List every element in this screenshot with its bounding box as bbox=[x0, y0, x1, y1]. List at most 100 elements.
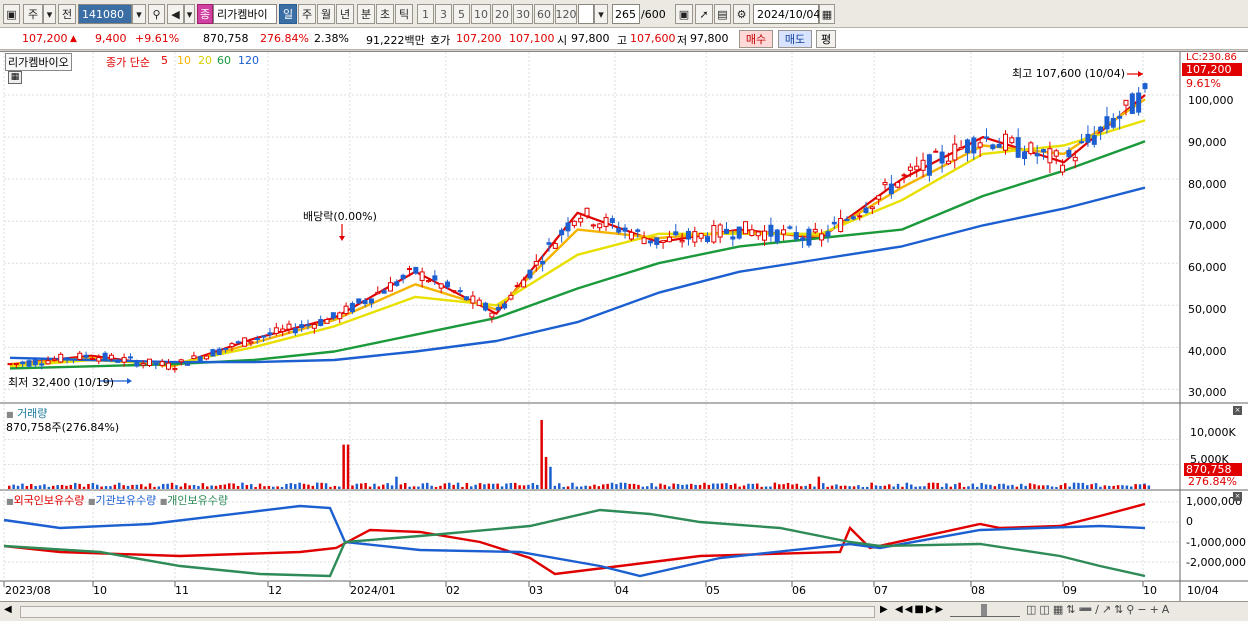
volume-bar-133 bbox=[593, 484, 596, 489]
volume-bar-230 bbox=[1020, 483, 1023, 489]
cross-tool-icon[interactable]: ➖ bbox=[1078, 603, 1095, 616]
split-view-icon[interactable]: ◫ bbox=[1026, 603, 1039, 616]
candle-body-179 bbox=[1142, 83, 1148, 90]
draw-tool-icon[interactable]: ➚ bbox=[695, 4, 713, 24]
candle-type-icon[interactable]: ▣ bbox=[675, 4, 693, 24]
interval-60[interactable]: 60 bbox=[534, 4, 554, 24]
table-view-icon[interactable]: ▦ bbox=[8, 71, 22, 84]
candle-body-171 bbox=[1091, 135, 1097, 145]
copy-view-icon[interactable]: ◫ bbox=[1039, 603, 1052, 616]
interval-custom-input[interactable] bbox=[578, 4, 594, 24]
stock-badge: 종 bbox=[197, 4, 213, 24]
volume-close-icon[interactable]: × bbox=[1233, 406, 1242, 415]
count-input[interactable]: 265 bbox=[612, 4, 640, 24]
search-icon[interactable]: ⚲ bbox=[148, 4, 165, 24]
candle-body-97 bbox=[622, 227, 628, 232]
interval-1[interactable]: 1 bbox=[417, 4, 434, 24]
candle-body-18 bbox=[121, 357, 127, 363]
date-input[interactable]: 2024/10/04 bbox=[753, 4, 820, 24]
volume-bar-206 bbox=[914, 486, 917, 489]
code-dropdown-icon[interactable]: ▾ bbox=[132, 4, 146, 24]
volume-bar-82 bbox=[368, 486, 372, 489]
speaker-icon[interactable]: ◀ bbox=[167, 4, 184, 24]
period-tab-minute[interactable]: 분 bbox=[357, 4, 375, 24]
pin-icon[interactable]: ⇅ bbox=[1066, 603, 1078, 616]
volume-bar-149 bbox=[663, 484, 667, 489]
volume-bar-4 bbox=[25, 485, 29, 489]
volume-bar-44 bbox=[201, 483, 205, 489]
period-tab-week[interactable]: 주 bbox=[298, 4, 316, 24]
speaker-dropdown-icon[interactable]: ▾ bbox=[184, 4, 195, 24]
volume-bar-245 bbox=[1086, 485, 1089, 489]
interval-120[interactable]: 120 bbox=[555, 4, 577, 24]
volume-bar-168 bbox=[747, 483, 750, 489]
window-menu-icon[interactable]: ▣ bbox=[3, 4, 20, 24]
volume-bar-145 bbox=[646, 486, 649, 489]
volume-bar-110 bbox=[492, 483, 495, 489]
stock-label[interactable]: 리가켐바이오 bbox=[5, 53, 72, 71]
candle-body-153 bbox=[977, 142, 983, 148]
period-tab-day[interactable]: 일 bbox=[279, 4, 297, 24]
volume-bar-87 bbox=[390, 485, 394, 489]
interval-5[interactable]: 5 bbox=[453, 4, 470, 24]
candle-body-71 bbox=[457, 290, 463, 293]
rewind-icon[interactable]: ◀◀ bbox=[895, 604, 914, 615]
period-tab-month[interactable]: 월 bbox=[317, 4, 335, 24]
chart-canvas[interactable] bbox=[0, 52, 1248, 602]
save-icon[interactable]: ▤ bbox=[714, 4, 731, 24]
market-dropdown-icon[interactable]: ▾ bbox=[43, 4, 56, 24]
x-label-11: 11 bbox=[175, 584, 189, 597]
code-input[interactable]: 141080 bbox=[78, 4, 132, 24]
zoom-out-icon[interactable]: − bbox=[1137, 603, 1149, 616]
layout-tools[interactable]: ◫◫▦⇅➖∕↗⇅⚲−+A bbox=[1026, 603, 1172, 616]
candle-body-15 bbox=[102, 352, 108, 360]
period-tab-tick[interactable]: 틱 bbox=[395, 4, 413, 24]
candle-body-41 bbox=[267, 332, 273, 336]
scroll-track[interactable] bbox=[20, 606, 875, 618]
stop-icon[interactable]: ■ bbox=[914, 604, 925, 615]
volume-bar-34 bbox=[157, 486, 161, 489]
gear-icon[interactable]: ⚙ bbox=[733, 4, 750, 24]
market-select[interactable]: 주 bbox=[23, 4, 43, 24]
volume-bar-117 bbox=[522, 485, 526, 489]
volume-bar-164 bbox=[729, 485, 733, 489]
fit-icon[interactable]: ⇅ bbox=[1114, 603, 1126, 616]
sell-button[interactable]: 매도 bbox=[778, 30, 812, 48]
volume-bar-148 bbox=[659, 483, 662, 489]
zoom-slider-thumb[interactable] bbox=[981, 604, 987, 616]
interval-10[interactable]: 10 bbox=[471, 4, 491, 24]
chart-area[interactable] bbox=[0, 51, 1248, 601]
grid-view-icon[interactable]: ▦ bbox=[1053, 603, 1066, 616]
scroll-left-icon[interactable]: ◀ bbox=[4, 604, 12, 615]
draw-line-icon[interactable]: ∕ bbox=[1095, 603, 1102, 616]
zoom-search-icon[interactable]: ⚲ bbox=[1126, 603, 1137, 616]
forward-icon[interactable]: ▶▶ bbox=[926, 604, 945, 615]
interval-3[interactable]: 3 bbox=[435, 4, 452, 24]
avg-button[interactable]: 평 bbox=[816, 30, 836, 48]
candle-body-134 bbox=[857, 215, 863, 218]
candle-body-54 bbox=[349, 302, 355, 313]
period-tab-second[interactable]: 초 bbox=[376, 4, 394, 24]
volume-bar-102 bbox=[456, 482, 460, 489]
interval-30[interactable]: 30 bbox=[513, 4, 533, 24]
volume-bar-163 bbox=[725, 483, 728, 489]
playback-controls[interactable]: ◀◀■▶▶ bbox=[895, 604, 945, 615]
prev-button[interactable]: 전 bbox=[58, 4, 76, 24]
x-label-09: 09 bbox=[1063, 584, 1077, 597]
volume-bar-224 bbox=[993, 486, 997, 489]
buy-button[interactable]: 매수 bbox=[739, 30, 773, 48]
legend-ma10: 10 bbox=[177, 54, 191, 67]
candle-body-172 bbox=[1098, 126, 1104, 132]
low-annotation: 최저 32,400 (10/19) bbox=[8, 376, 115, 389]
interval-dropdown-icon[interactable]: ▾ bbox=[594, 4, 608, 24]
zoom-in-icon[interactable]: + bbox=[1150, 603, 1162, 616]
calendar-icon[interactable]: ▦ bbox=[819, 4, 835, 24]
period-tab-year[interactable]: 년 bbox=[336, 4, 354, 24]
holdings-close-icon[interactable]: × bbox=[1233, 492, 1242, 501]
interval-20[interactable]: 20 bbox=[492, 4, 512, 24]
high-price: 107,600 bbox=[630, 32, 676, 45]
trend-icon[interactable]: ↗ bbox=[1102, 603, 1114, 616]
scroll-right-icon[interactable]: ▶ bbox=[880, 604, 888, 615]
font-size-icon[interactable]: A bbox=[1162, 603, 1173, 616]
volume-bar-253 bbox=[1121, 485, 1124, 489]
